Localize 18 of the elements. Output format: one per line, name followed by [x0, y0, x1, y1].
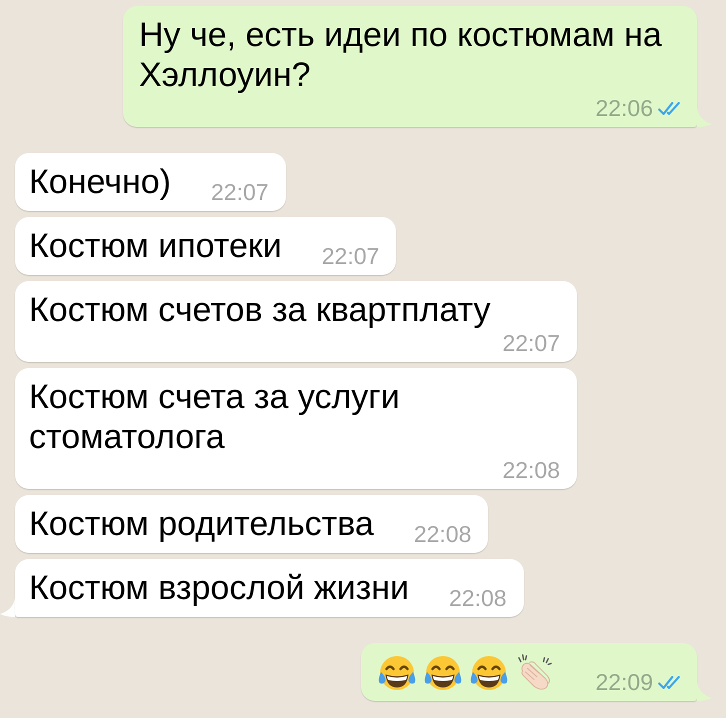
message-text: Ну че, есть идеи по костюмам на Хэллоуин?	[139, 15, 663, 95]
message-text: Костюм счетов за квартплату	[29, 290, 490, 330]
message-text: Костюм взрослой жизни	[29, 568, 409, 608]
tears-of-joy-icon	[469, 654, 510, 690]
message-text: Костюм счета за услуги стоматолога	[29, 377, 401, 457]
message-text: Костюм ипотеки	[29, 226, 282, 266]
message-time: 22:09	[595, 669, 653, 695]
message-time: 22:07	[502, 330, 560, 356]
tears-of-joy-icon	[377, 654, 418, 690]
message-time: 22:08	[414, 521, 472, 547]
tears-of-joy-icon	[423, 654, 464, 690]
message-text: Конечно)	[29, 162, 171, 202]
message-time: 22:08	[502, 457, 560, 483]
message-time: 22:08	[448, 585, 507, 611]
message-time: 22:07	[211, 179, 269, 205]
message-time: 22:06	[595, 95, 653, 121]
message-time: 22:07	[322, 243, 380, 269]
message-text: Костюм родительства	[29, 504, 374, 544]
